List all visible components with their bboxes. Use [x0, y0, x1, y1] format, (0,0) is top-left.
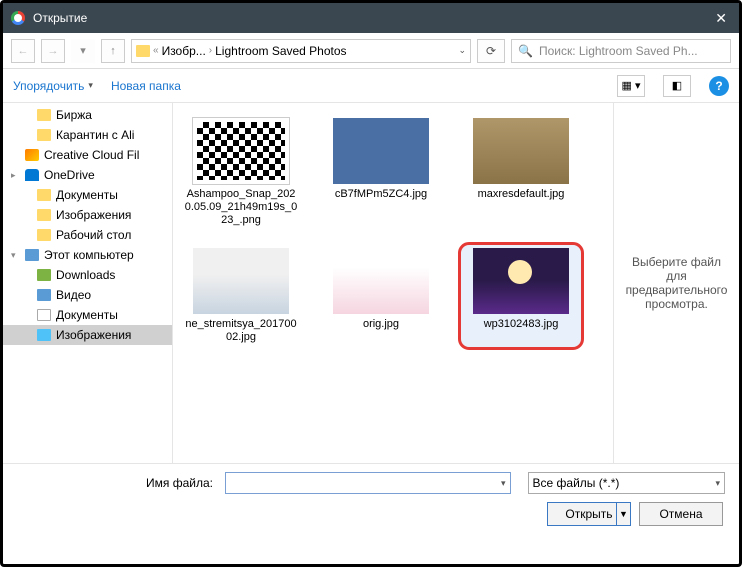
file-thumbnail[interactable]: wp3102483.jpg	[461, 245, 581, 347]
sidebar-item-label: Изображения	[56, 208, 131, 222]
sidebar-item-label: Документы	[56, 188, 118, 202]
file-label: wp3102483.jpg	[484, 318, 559, 331]
recent-dropdown[interactable]: ▾	[71, 39, 95, 63]
sidebar-item[interactable]: Изображения	[3, 325, 172, 345]
file-thumbnail[interactable]: cB7fMPm5ZC4.jpg	[321, 115, 441, 231]
search-placeholder: Поиск: Lightroom Saved Ph...	[539, 44, 698, 58]
thumbnail-image	[333, 248, 429, 314]
chrome-icon	[11, 11, 25, 25]
folder-icon	[25, 149, 39, 161]
folder-icon	[37, 289, 51, 301]
view-mode-button[interactable]: ▦ ▾	[617, 75, 645, 97]
breadcrumb-part[interactable]: Изобр...	[162, 44, 206, 58]
folder-icon	[37, 229, 51, 241]
folder-icon	[37, 269, 51, 281]
folder-icon	[37, 189, 51, 201]
refresh-button[interactable]: ⟳	[477, 39, 505, 63]
new-folder-button[interactable]: Новая папка	[111, 79, 181, 93]
open-button[interactable]: Открыть ▼	[547, 502, 631, 526]
expand-icon[interactable]: ▸	[11, 170, 16, 181]
sidebar-item[interactable]: Downloads	[3, 265, 172, 285]
window-title: Открытие	[33, 11, 711, 25]
sidebar-item-label: Документы	[56, 308, 118, 322]
preview-pane: Выберите файл для предварительного просм…	[613, 103, 739, 463]
chevron-down-icon: ▾	[715, 478, 720, 489]
sidebar-item[interactable]: Биржа	[3, 105, 172, 125]
open-split-dropdown[interactable]: ▼	[616, 503, 630, 525]
chevron-down-icon: ▾	[88, 80, 93, 91]
filetype-select[interactable]: Все файлы (*.*) ▾	[528, 472, 725, 494]
preview-pane-button[interactable]: ◧	[663, 75, 691, 97]
sidebar-item[interactable]: ▾ Этот компьютер	[3, 245, 172, 265]
file-thumbnail[interactable]: maxresdefault.jpg	[461, 115, 581, 231]
filetype-label: Все файлы (*.*)	[533, 476, 620, 490]
sidebar-item-label: Creative Cloud Fil	[44, 148, 139, 162]
folder-icon	[37, 329, 51, 341]
sidebar-item-label: Downloads	[56, 268, 115, 282]
folder-icon	[37, 309, 51, 321]
chevron-down-icon[interactable]: ⌄	[458, 45, 466, 56]
sidebar-item-label: Биржа	[56, 108, 92, 122]
toolbar: Упорядочить ▾ Новая папка ▦ ▾ ◧ ?	[3, 69, 739, 103]
file-label: maxresdefault.jpg	[478, 188, 565, 201]
open-label: Открыть	[565, 507, 612, 521]
folder-icon	[37, 109, 51, 121]
file-thumbnail[interactable]: Ashampoo_Snap_2020.05.09_21h49m19s_023_.…	[181, 115, 301, 231]
filename-input[interactable]	[225, 472, 511, 494]
breadcrumb[interactable]: « Изобр... › Lightroom Saved Photos ⌄	[131, 39, 471, 63]
thumbnail-image	[193, 248, 289, 314]
cancel-button[interactable]: Отмена	[639, 502, 723, 526]
sidebar-item[interactable]: Рабочий стол	[3, 225, 172, 245]
sidebar-item-label: Изображения	[56, 328, 131, 342]
preview-text: Выберите файл для предварительного просм…	[624, 255, 729, 311]
folder-icon	[25, 249, 39, 261]
sidebar-item-label: Рабочий стол	[56, 228, 131, 242]
sidebar-item[interactable]: Карантин с Ali	[3, 125, 172, 145]
file-thumbnail[interactable]: ne_stremitsya_20170002.jpg	[181, 245, 301, 347]
thumbnail-image	[473, 248, 569, 314]
sidebar-item[interactable]: Creative Cloud Fil	[3, 145, 172, 165]
file-label: orig.jpg	[363, 318, 399, 331]
title-bar: Открытие ✕	[3, 3, 739, 33]
sidebar-item[interactable]: Документы	[3, 185, 172, 205]
breadcrumb-part[interactable]: Lightroom Saved Photos	[215, 44, 346, 58]
expand-icon[interactable]: ▾	[11, 250, 16, 261]
up-button[interactable]: ↑	[101, 39, 125, 63]
thumbnail-image	[193, 118, 289, 184]
sidebar-item[interactable]: Изображения	[3, 205, 172, 225]
sidebar-item[interactable]: ▸ OneDrive	[3, 165, 172, 185]
filename-dropdown[interactable]: ▾	[501, 478, 506, 489]
sidebar-item[interactable]: Видео	[3, 285, 172, 305]
thumbnail-image	[333, 118, 429, 184]
chevron-left-icon: «	[153, 45, 159, 56]
folder-icon	[37, 209, 51, 221]
footer: Имя файла: ▾ Все файлы (*.*) ▾ Открыть ▼…	[3, 463, 739, 540]
address-bar: ← → ▾ ↑ « Изобр... › Lightroom Saved Pho…	[3, 33, 739, 69]
file-area: Ashampoo_Snap_2020.05.09_21h49m19s_023_.…	[173, 103, 613, 463]
sidebar: Биржа Карантин с Ali Creative Cloud Fil ▸ On…	[3, 103, 173, 463]
search-icon: 🔍	[518, 44, 533, 58]
organize-menu[interactable]: Упорядочить ▾	[13, 79, 93, 93]
filename-label: Имя файла:	[17, 476, 217, 490]
file-label: cB7fMPm5ZC4.jpg	[335, 188, 427, 201]
file-thumbnail[interactable]: orig.jpg	[321, 245, 441, 347]
sidebar-item[interactable]: Документы	[3, 305, 172, 325]
close-icon[interactable]: ✕	[711, 10, 731, 27]
forward-button[interactable]: →	[41, 39, 65, 63]
sidebar-item-label: Этот компьютер	[44, 248, 134, 262]
sidebar-item-label: Видео	[56, 288, 91, 302]
chevron-right-icon: ›	[209, 45, 212, 56]
folder-icon	[37, 129, 51, 141]
sidebar-item-label: OneDrive	[44, 168, 95, 182]
organize-label: Упорядочить	[13, 79, 84, 93]
sidebar-item-label: Карантин с Ali	[56, 128, 134, 142]
folder-icon	[25, 169, 39, 181]
help-icon[interactable]: ?	[709, 76, 729, 96]
folder-icon	[136, 45, 150, 57]
file-label: Ashampoo_Snap_2020.05.09_21h49m19s_023_.…	[184, 188, 298, 228]
back-button[interactable]: ←	[11, 39, 35, 63]
file-label: ne_stremitsya_20170002.jpg	[184, 318, 298, 344]
search-input[interactable]: 🔍 Поиск: Lightroom Saved Ph...	[511, 39, 731, 63]
thumbnail-image	[473, 118, 569, 184]
